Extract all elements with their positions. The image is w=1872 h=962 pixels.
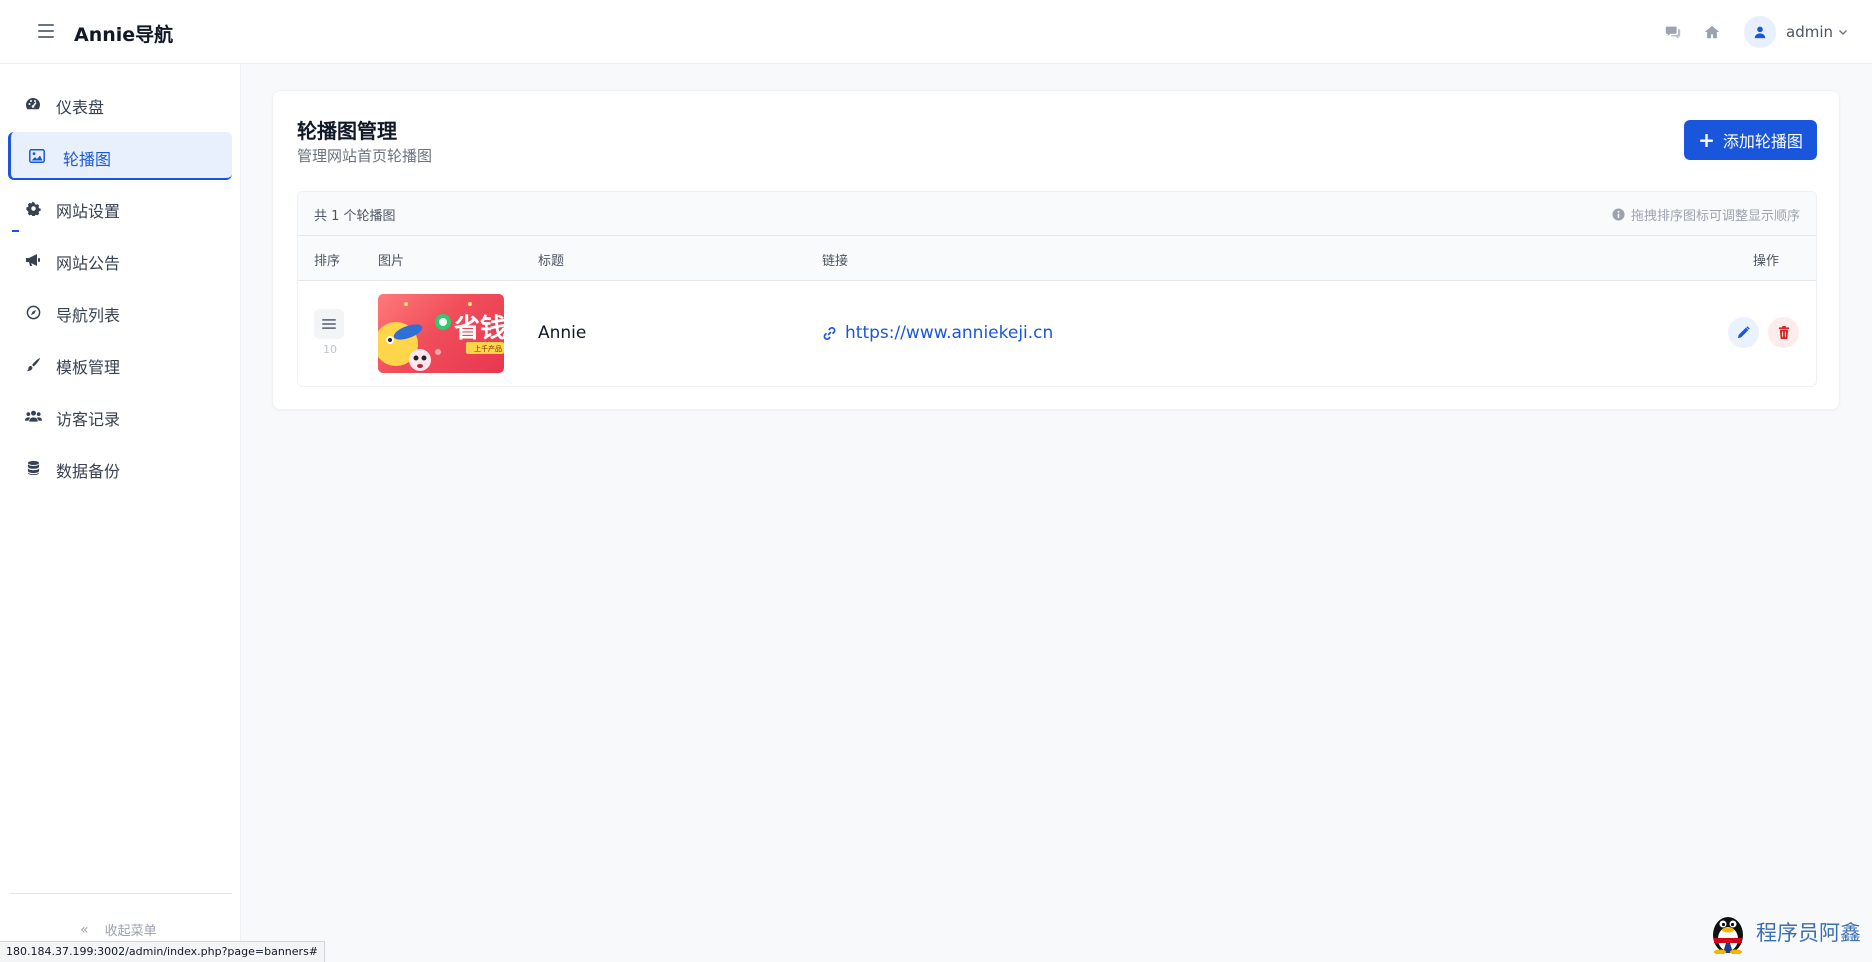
user-icon (1754, 26, 1766, 39)
sidebar-item-label: 网站设置 (56, 202, 121, 221)
sidebar-item-label: 访客记录 (56, 410, 121, 429)
comments-icon[interactable] (1664, 23, 1682, 41)
add-banner-label: 添加轮播图 (1722, 132, 1803, 151)
megaphone-icon (24, 251, 42, 269)
dashboard-icon (24, 95, 42, 113)
sidebar-item-label: 导航列表 (56, 306, 121, 325)
double-chevron-left-icon: « (80, 921, 89, 938)
drag-hint-text: 拖拽排序图标可调整显示顺序 (1630, 209, 1800, 224)
browser-status-url: 180.184.37.199:3002/admin/index.php?page… (0, 941, 326, 962)
banner-title: Annie (538, 323, 587, 343)
sidebar-item-label: 模板管理 (56, 358, 121, 377)
trash-icon (1778, 326, 1789, 339)
delete-button[interactable] (1768, 317, 1799, 348)
column-header-image: 图片 (378, 254, 405, 269)
banner-management-card: 轮播图管理 管理网站首页轮播图 + 添加轮播图 共 1 个轮播图 拖拽排序图标可… (272, 90, 1840, 410)
edit-button[interactable] (1728, 317, 1759, 348)
avatar (1744, 16, 1776, 48)
sidebar-item-nav-list[interactable]: 导航列表 (8, 288, 232, 336)
sidebar-item-backup[interactable]: 数据备份 (8, 444, 232, 492)
column-header-link: 链接 (822, 254, 849, 269)
sidebar-item-templates[interactable]: 模板管理 (8, 340, 232, 388)
watermark: 程序员阿鑫 (1708, 910, 1861, 954)
banner-link[interactable]: https://www.anniekeji.cn (822, 323, 1053, 343)
banner-link-text: https://www.anniekeji.cn (845, 323, 1054, 343)
collapse-menu-button[interactable]: « 收起菜单 (80, 920, 157, 940)
sidebar-item-visitors[interactable]: 访客记录 (8, 392, 232, 440)
sort-order-value: 10 (323, 343, 337, 356)
drag-hint: 拖拽排序图标可调整显示顺序 (1612, 205, 1800, 224)
plus-icon: + (1698, 128, 1715, 152)
banner-thumbnail[interactable]: 省钱 上千产品 (378, 294, 504, 373)
banner-thumbnail-text: 省钱 (454, 314, 504, 344)
penguin-logo-icon (1713, 917, 1743, 954)
page-subtitle: 管理网站首页轮播图 (297, 147, 433, 165)
table-row: 10 省钱 上千产品 Annie https://www.anniekeji.c… (298, 281, 1816, 386)
sidebar-item-label: 数据备份 (56, 462, 121, 481)
bars-icon (322, 319, 336, 329)
sidebar-item-site-settings[interactable]: 网站设置 (8, 184, 232, 232)
menu-toggle-icon[interactable] (38, 24, 54, 40)
compass-icon (24, 303, 42, 321)
image-icon (28, 147, 46, 165)
watermark-text: 程序员阿鑫 (1756, 921, 1861, 945)
table-header-row: 排序 图片 标题 链接 操作 (298, 236, 1816, 281)
banners-table: 共 1 个轮播图 拖拽排序图标可调整显示顺序 排序 图片 标题 链接 操作 10 (297, 191, 1817, 387)
home-icon[interactable] (1703, 23, 1721, 41)
sidebar-divider (10, 893, 232, 894)
link-icon (823, 326, 836, 340)
sidebar-item-label: 轮播图 (63, 150, 112, 169)
column-header-actions: 操作 (1753, 254, 1780, 269)
sidebar-item-banners[interactable]: 轮播图 (8, 132, 232, 180)
sidebar-item-label: 仪表盘 (56, 98, 105, 117)
column-header-sort: 排序 (314, 254, 341, 269)
user-menu[interactable]: admin (1744, 16, 1849, 48)
column-header-title: 标题 (538, 254, 565, 269)
top-header: Annie导航 admin (0, 0, 1872, 64)
collapse-menu-label: 收起菜单 (104, 924, 157, 939)
page-title: 轮播图管理 (297, 119, 397, 143)
chevron-down-icon (1839, 30, 1847, 35)
gear-icon (24, 199, 42, 217)
sidebar: 仪表盘 轮播图 网站设置 网站公告 导航列表 模板管理 访客记录 数据备份 « … (0, 64, 241, 962)
sidebar-item-label: 网站公告 (56, 254, 121, 273)
pencil-icon (1737, 326, 1750, 339)
brush-icon (24, 355, 42, 373)
brand-title[interactable]: Annie导航 (74, 20, 173, 47)
add-banner-button[interactable]: + 添加轮播图 (1684, 120, 1817, 160)
banner-count: 共 1 个轮播图 (314, 209, 396, 224)
drag-handle[interactable] (314, 309, 344, 339)
database-icon (24, 459, 42, 477)
users-icon (24, 407, 42, 425)
banner-thumbnail-subtext: 上千产品 (474, 345, 502, 353)
sidebar-item-dashboard[interactable]: 仪表盘 (8, 80, 232, 128)
info-icon (1612, 208, 1625, 221)
user-name: admin (1786, 23, 1833, 41)
table-summary-bar: 共 1 个轮播图 拖拽排序图标可调整显示顺序 (298, 192, 1816, 236)
sidebar-item-announcements[interactable]: 网站公告 (8, 236, 232, 284)
